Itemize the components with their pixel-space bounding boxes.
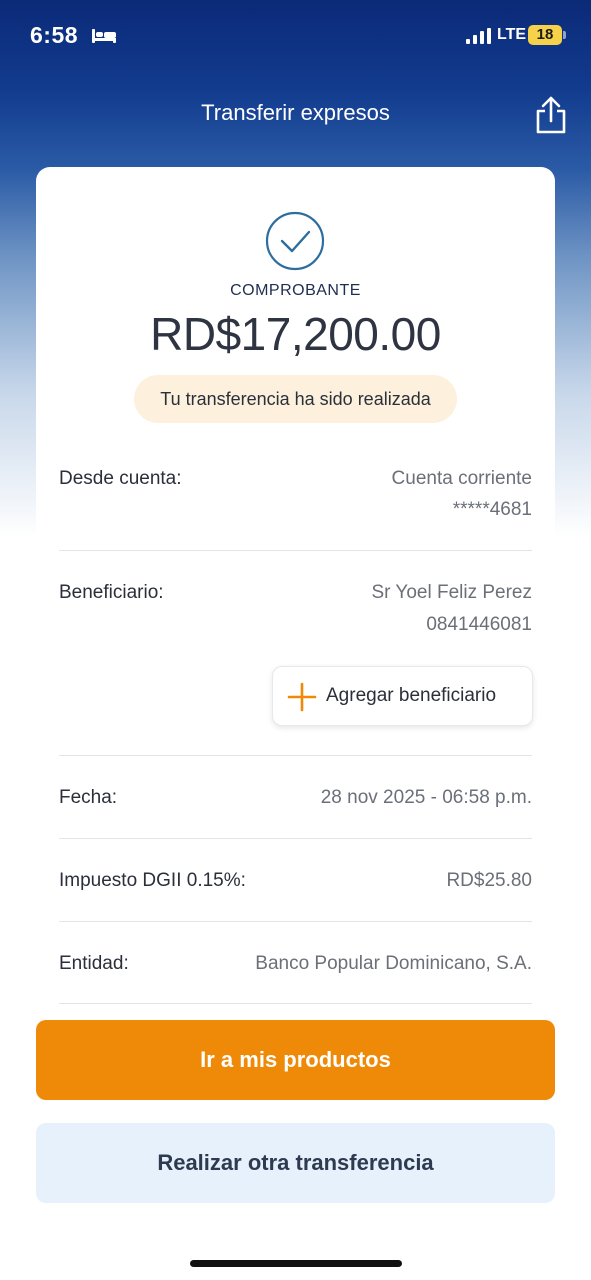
go-to-products-label: Ir a mis productos [200,1047,391,1072]
transfer-amount: RD$17,200.00 [150,308,441,360]
divider [59,550,532,551]
divider [59,755,532,756]
check-circle-icon [265,211,325,271]
plus-icon [287,682,317,712]
receipt-card: COMPROBANTE RD$17,200.00 Tu transferenci… [36,167,555,1027]
status-bar: 6:58 LTE 18 [0,0,591,70]
beneficiary-account: 0841446081 [426,614,532,635]
entity-label: Entidad: [59,953,129,974]
add-beneficiary-button[interactable]: Agregar beneficiario [272,666,533,726]
entity-value: Banco Popular Dominicano, S.A. [255,953,532,974]
home-indicator[interactable] [190,1260,402,1267]
receipt-label: COMPROBANTE [230,282,361,299]
share-icon[interactable] [533,95,569,135]
divider [59,1003,532,1004]
date-label: Fecha: [59,787,118,808]
battery-level: 18 [536,26,554,43]
tax-label: Impuesto DGII 0.15%: [59,870,246,891]
new-transfer-label: Realizar otra transferencia [157,1150,434,1175]
from-account-number: *****4681 [452,499,532,520]
new-transfer-button[interactable]: Realizar otra transferencia [36,1123,555,1203]
add-beneficiary-label: Agregar beneficiario [326,685,497,706]
divider [59,838,532,839]
tax-value: RD$25.80 [446,870,532,891]
beneficiary-name: Sr Yoel Feliz Perez [371,582,532,603]
beneficiary-label: Beneficiario: [59,582,164,603]
signal-icon [466,28,491,44]
status-message: Tu transferencia ha sido realizada [160,388,431,409]
battery-cap [563,31,566,39]
status-time: 6:58 [30,22,79,48]
divider [59,921,532,922]
from-account-label: Desde cuenta: [59,468,182,489]
from-account-type: Cuenta corriente [391,468,532,489]
go-to-products-button[interactable]: Ir a mis productos [36,1020,555,1100]
battery-icon: 18 [528,25,562,45]
network-type: LTE [497,26,527,43]
bed-icon [92,29,116,43]
date-value: 28 nov 2025 - 06:58 p.m. [320,787,532,808]
page-title: Transferir expresos [201,100,390,125]
status-badge: Tu transferencia ha sido realizada [134,375,457,423]
